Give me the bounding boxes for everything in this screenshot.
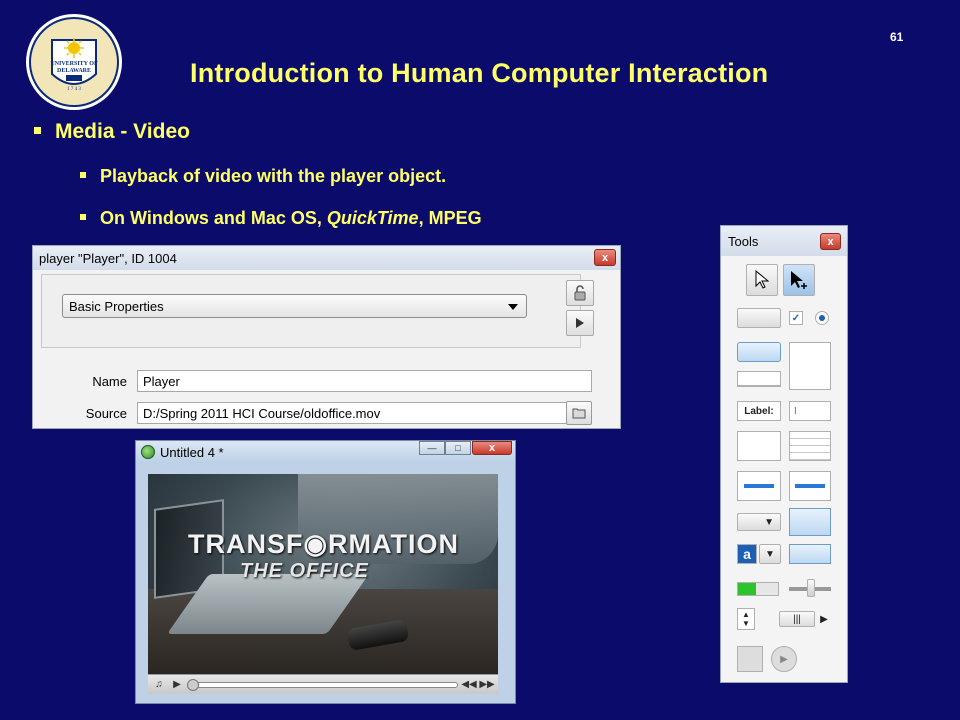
play-icon[interactable]: ▶ — [170, 678, 184, 692]
combobox-tool-icon[interactable]: a — [737, 544, 757, 564]
bullet-square-icon — [80, 214, 86, 220]
svg-text:UNIVERSITY OF: UNIVERSITY OF — [50, 61, 98, 67]
bullet-media-video: Media - Video — [34, 120, 190, 144]
scrolling-field-tool-icon[interactable] — [737, 431, 781, 461]
close-button[interactable]: x — [820, 233, 841, 250]
properties-titlebar[interactable]: player "Player", ID 1004 x — [33, 246, 620, 270]
list-selection-bar — [744, 484, 774, 488]
pulldown-menu-tool-icon[interactable] — [789, 508, 831, 536]
maximize-button[interactable]: □ — [445, 441, 471, 455]
player-title: Untitled 4 * — [160, 444, 224, 460]
slide-title: Introduction to Human Computer Interacti… — [190, 58, 769, 88]
player-tool-icon[interactable]: ▶ — [771, 646, 797, 672]
lock-icon — [574, 285, 586, 301]
university-seal-logo: UNIVERSITY OF DELAWARE 1 7 4 3 — [26, 14, 122, 110]
tools-title: Tools — [728, 233, 759, 249]
close-button[interactable]: x — [594, 249, 616, 266]
source-label: Source — [85, 406, 127, 421]
player-titlebar[interactable]: Untitled 4 * — □ x — [136, 441, 515, 463]
folder-icon — [572, 408, 586, 419]
edit-tool-pointer-icon[interactable] — [783, 264, 815, 296]
browse-tool-pointer-icon[interactable] — [746, 264, 778, 296]
bullet-text: Media - Video — [55, 120, 190, 143]
slider-thumb-icon[interactable] — [807, 579, 815, 597]
player-controls: ♫ ▶ ◀◀ ▶▶ — [148, 674, 498, 694]
pointer-move-icon — [791, 271, 807, 289]
list-field-tool-icon[interactable] — [737, 471, 781, 501]
properties-category-select[interactable]: Basic Properties — [62, 294, 527, 318]
slide-number: 61 — [890, 30, 904, 44]
bullet-square-icon — [80, 172, 86, 178]
button-tool-icon[interactable] — [737, 308, 781, 328]
tools-palette: Tools x ✓ Label: I ▼ a ▼ ▲ ▼ ||| ▶ ▶ — [720, 225, 848, 683]
tools-titlebar[interactable]: Tools x — [721, 226, 847, 256]
minimize-button[interactable]: — — [419, 441, 445, 455]
list-selection-bar — [795, 484, 825, 488]
volume-icon[interactable]: ♫ — [152, 678, 166, 692]
option-menu-tool-icon[interactable]: ▼ — [737, 513, 781, 531]
browse-button[interactable] — [566, 401, 592, 425]
bullet-text-post: , MPEG — [418, 208, 482, 228]
source-field[interactable]: D:/Spring 2011 HCI Course/oldoffice.mov — [137, 402, 567, 424]
multi-list-tool-icon[interactable] — [789, 471, 831, 501]
svg-text:DELAWARE: DELAWARE — [57, 68, 91, 74]
scroll-right-icon[interactable]: ▶ — [817, 611, 831, 627]
checkbox-tool-icon[interactable]: ✓ — [789, 311, 803, 325]
label-tool[interactable]: Label: — [737, 401, 781, 421]
step-forward-icon[interactable]: ▶▶ — [479, 678, 494, 692]
name-field[interactable]: Player — [137, 370, 592, 392]
step-back-icon[interactable]: ◀◀ — [461, 678, 476, 692]
timeline-slider[interactable] — [187, 678, 458, 691]
lock-button[interactable] — [566, 280, 594, 306]
default-button-tool-icon[interactable] — [737, 342, 781, 362]
name-label: Name — [92, 374, 127, 389]
bullet-platforms: On Windows and Mac OS, QuickTime, MPEG — [80, 208, 482, 229]
movie-player-window: Untitled 4 * — □ x TRANSF◉RMATION THE OF… — [135, 440, 516, 704]
bullet-text-italic: QuickTime — [326, 208, 419, 228]
scrollbar-tool-icon[interactable]: ||| — [779, 611, 815, 627]
table-field-tool-icon[interactable] — [789, 431, 831, 461]
video-title-line2: THE OFFICE — [240, 560, 369, 582]
pointer-icon — [755, 270, 770, 289]
field-tool-icon[interactable] — [789, 342, 831, 390]
bullet-text: Playback of video with the player object… — [100, 166, 447, 186]
properties-title: player "Player", ID 1004 — [39, 250, 177, 266]
run-button[interactable] — [566, 310, 594, 336]
app-icon — [141, 445, 155, 459]
bullet-square-icon — [34, 127, 41, 134]
radio-tool-icon[interactable] — [815, 311, 829, 325]
text-entry-tool-icon[interactable]: I — [789, 401, 831, 421]
svg-text:1 7 4 3: 1 7 4 3 — [67, 87, 81, 92]
selected-category: Basic Properties — [69, 299, 164, 314]
rectangle-button-tool-icon[interactable] — [737, 371, 781, 387]
bullet-text-pre: On Windows and Mac OS, — [100, 208, 327, 228]
play-icon — [576, 318, 584, 328]
timeline-thumb[interactable] — [187, 678, 199, 691]
player-properties-window: player "Player", ID 1004 x Basic Propert… — [32, 245, 621, 429]
little-arrows-tool-icon[interactable]: ▲ ▼ — [737, 608, 755, 630]
close-button[interactable]: x — [472, 441, 512, 455]
bullet-playback: Playback of video with the player object… — [80, 166, 446, 187]
popup-menu-tool-icon[interactable] — [789, 544, 831, 564]
video-title-line1: TRANSF◉RMATION — [188, 529, 460, 559]
video-frame[interactable]: TRANSF◉RMATION THE OFFICE — [148, 474, 498, 674]
chevron-down-icon — [508, 304, 518, 310]
combobox-arrow-icon[interactable]: ▼ — [759, 544, 781, 564]
radio-dot — [819, 315, 825, 321]
image-tool-icon[interactable] — [737, 646, 763, 672]
progress-bar-tool-icon[interactable] — [737, 582, 779, 596]
